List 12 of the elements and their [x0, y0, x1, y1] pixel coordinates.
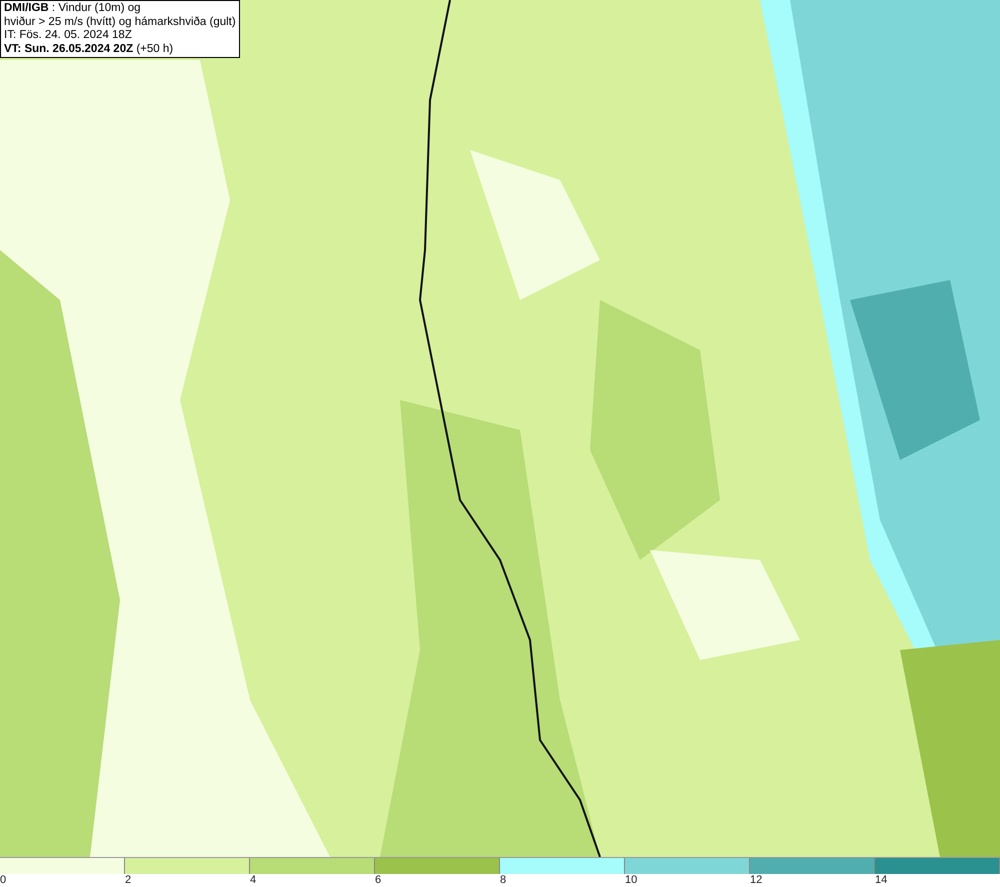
- legend-label: 0: [0, 874, 6, 886]
- legend-label: 10: [625, 874, 638, 886]
- legend-label: 2: [125, 874, 132, 886]
- caption-line: VT: Sun. 26.05.2024 20Z (+50 h): [4, 42, 174, 56]
- caption-line: hviður > 25 m/s (hvítt) og hámarkshviða (gult): [4, 16, 236, 29]
- caption-line: IT: Fös. 24. 05. 2024 18Z: [4, 29, 133, 42]
- legend-label: 4: [250, 874, 256, 886]
- caption-line: DMI/IGB : Vindur (10m) og: [4, 2, 142, 16]
- legend-label: 6: [375, 874, 382, 886]
- legend-label: 12: [750, 874, 762, 886]
- legend-label: 8: [500, 874, 506, 886]
- legend-label: 14: [875, 874, 888, 886]
